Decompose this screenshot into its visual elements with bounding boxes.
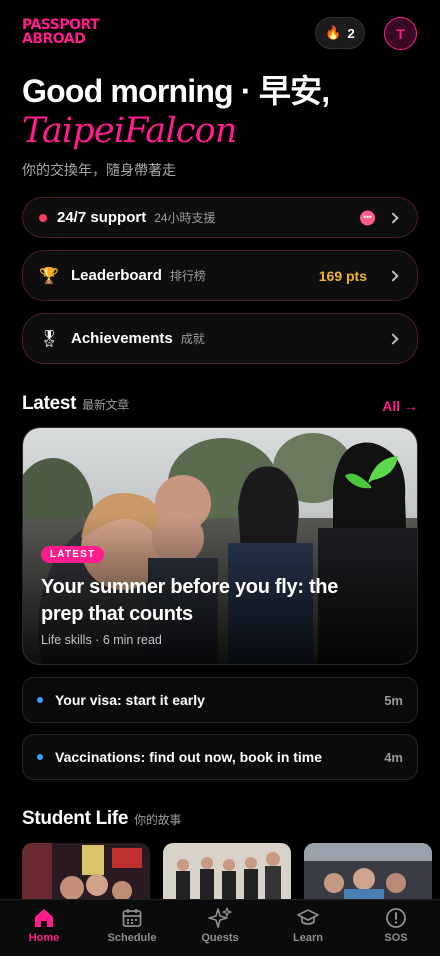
- tab-home[interactable]: Home: [0, 906, 88, 944]
- support-link[interactable]: 24/7 support 24小時支援 •••: [22, 197, 418, 238]
- avatar[interactable]: T: [384, 17, 417, 50]
- story-photo: [22, 843, 150, 901]
- tab-label: SOS: [384, 932, 408, 944]
- article-row[interactable]: Your visa: start it early 5m: [22, 677, 418, 723]
- support-sub: 24小時支援: [154, 211, 216, 225]
- tab-quests[interactable]: Quests: [176, 906, 264, 944]
- logo-line-1: PASSPORT: [22, 17, 100, 33]
- tab-label: Schedule: [107, 932, 157, 944]
- tab-sos[interactable]: SOS: [352, 906, 440, 944]
- achievements-label: Achievements: [71, 330, 173, 347]
- bullet-dot: [37, 754, 43, 760]
- article-read-time: 5m: [384, 692, 403, 708]
- bullet-dot: [37, 697, 43, 703]
- student-life-sub: 你的故事: [134, 813, 181, 827]
- greeting-tagline: 你的交換年，隨身帶著走: [22, 162, 176, 178]
- leaderboard-sub: 排行榜: [169, 269, 206, 283]
- alert-circle-icon: [386, 908, 406, 928]
- logo-line-2: ABROAD: [22, 31, 86, 47]
- latest-sub: 最新文章: [82, 398, 129, 412]
- points-value: 169 pts: [318, 267, 367, 284]
- medal-icon: 🎖: [39, 330, 60, 348]
- app-logo[interactable]: PASSPORT ABROAD: [22, 18, 102, 46]
- achievements-link[interactable]: 🎖 Achievements 成就: [22, 313, 418, 364]
- graduation-cap-icon: [297, 909, 319, 925]
- story-photo: [163, 843, 291, 901]
- story-thumbnail[interactable]: [22, 843, 150, 901]
- leaderboard-link[interactable]: 🏆 Leaderboard 排行榜 169 pts: [22, 250, 418, 301]
- chevron-right-icon: [387, 332, 399, 345]
- streak-count: 2: [347, 25, 355, 41]
- featured-article-card[interactable]: LATEST Your summer before you fly: the p…: [22, 427, 418, 665]
- app-header: PASSPORT ABROAD 🔥 2 T: [0, 0, 440, 66]
- story-thumbnail[interactable]: [163, 843, 291, 901]
- leaderboard-label: Leaderboard: [71, 267, 162, 284]
- featured-article-title: Your summer before you fly: the prep tha…: [41, 576, 339, 625]
- tab-learn[interactable]: Learn: [264, 906, 352, 944]
- tab-schedule[interactable]: Schedule: [88, 906, 176, 944]
- chevron-right-icon: [387, 269, 399, 282]
- featured-article-meta: Life skills · 6 min read: [41, 633, 162, 647]
- latest-badge: LATEST: [41, 546, 105, 563]
- article-title: Your visa: start it early: [55, 692, 205, 708]
- article-row[interactable]: Vaccinations: find out now, book in time…: [22, 734, 418, 780]
- achievements-sub: 成就: [180, 332, 205, 346]
- article-read-time: 4m: [384, 749, 403, 765]
- bottom-tab-bar: Home Schedule Quests Learn SOS: [0, 899, 440, 956]
- story-photo: [304, 843, 432, 901]
- trophy-icon: 🏆: [39, 267, 59, 285]
- user-name: TaipeiFalcon: [22, 111, 237, 151]
- greeting-title: Good morning · 早安,: [22, 73, 330, 109]
- chat-icon: •••: [360, 210, 375, 225]
- calendar-icon: [122, 909, 142, 927]
- chevron-right-icon: [387, 211, 399, 224]
- sparkles-icon: [208, 907, 232, 928]
- support-label: 24/7 support: [57, 209, 147, 226]
- tab-label: Home: [28, 932, 60, 944]
- home-icon: [35, 909, 53, 927]
- status-dot: [39, 213, 47, 222]
- latest-heading: Latest 最新文章: [22, 393, 129, 415]
- latest-title: Latest: [22, 393, 77, 414]
- streak-badge[interactable]: 🔥 2: [315, 17, 365, 49]
- see-all-link[interactable]: All →: [382, 398, 418, 414]
- article-title: Vaccinations: find out now, book in time: [55, 749, 323, 765]
- tab-label: Quests: [201, 932, 239, 944]
- tab-label: Learn: [293, 932, 323, 944]
- student-life-title: Student Life: [22, 808, 129, 829]
- student-life-heading: Student Life 你的故事: [22, 808, 181, 830]
- flame-icon: 🔥: [325, 25, 342, 40]
- story-thumbnail[interactable]: [304, 843, 432, 901]
